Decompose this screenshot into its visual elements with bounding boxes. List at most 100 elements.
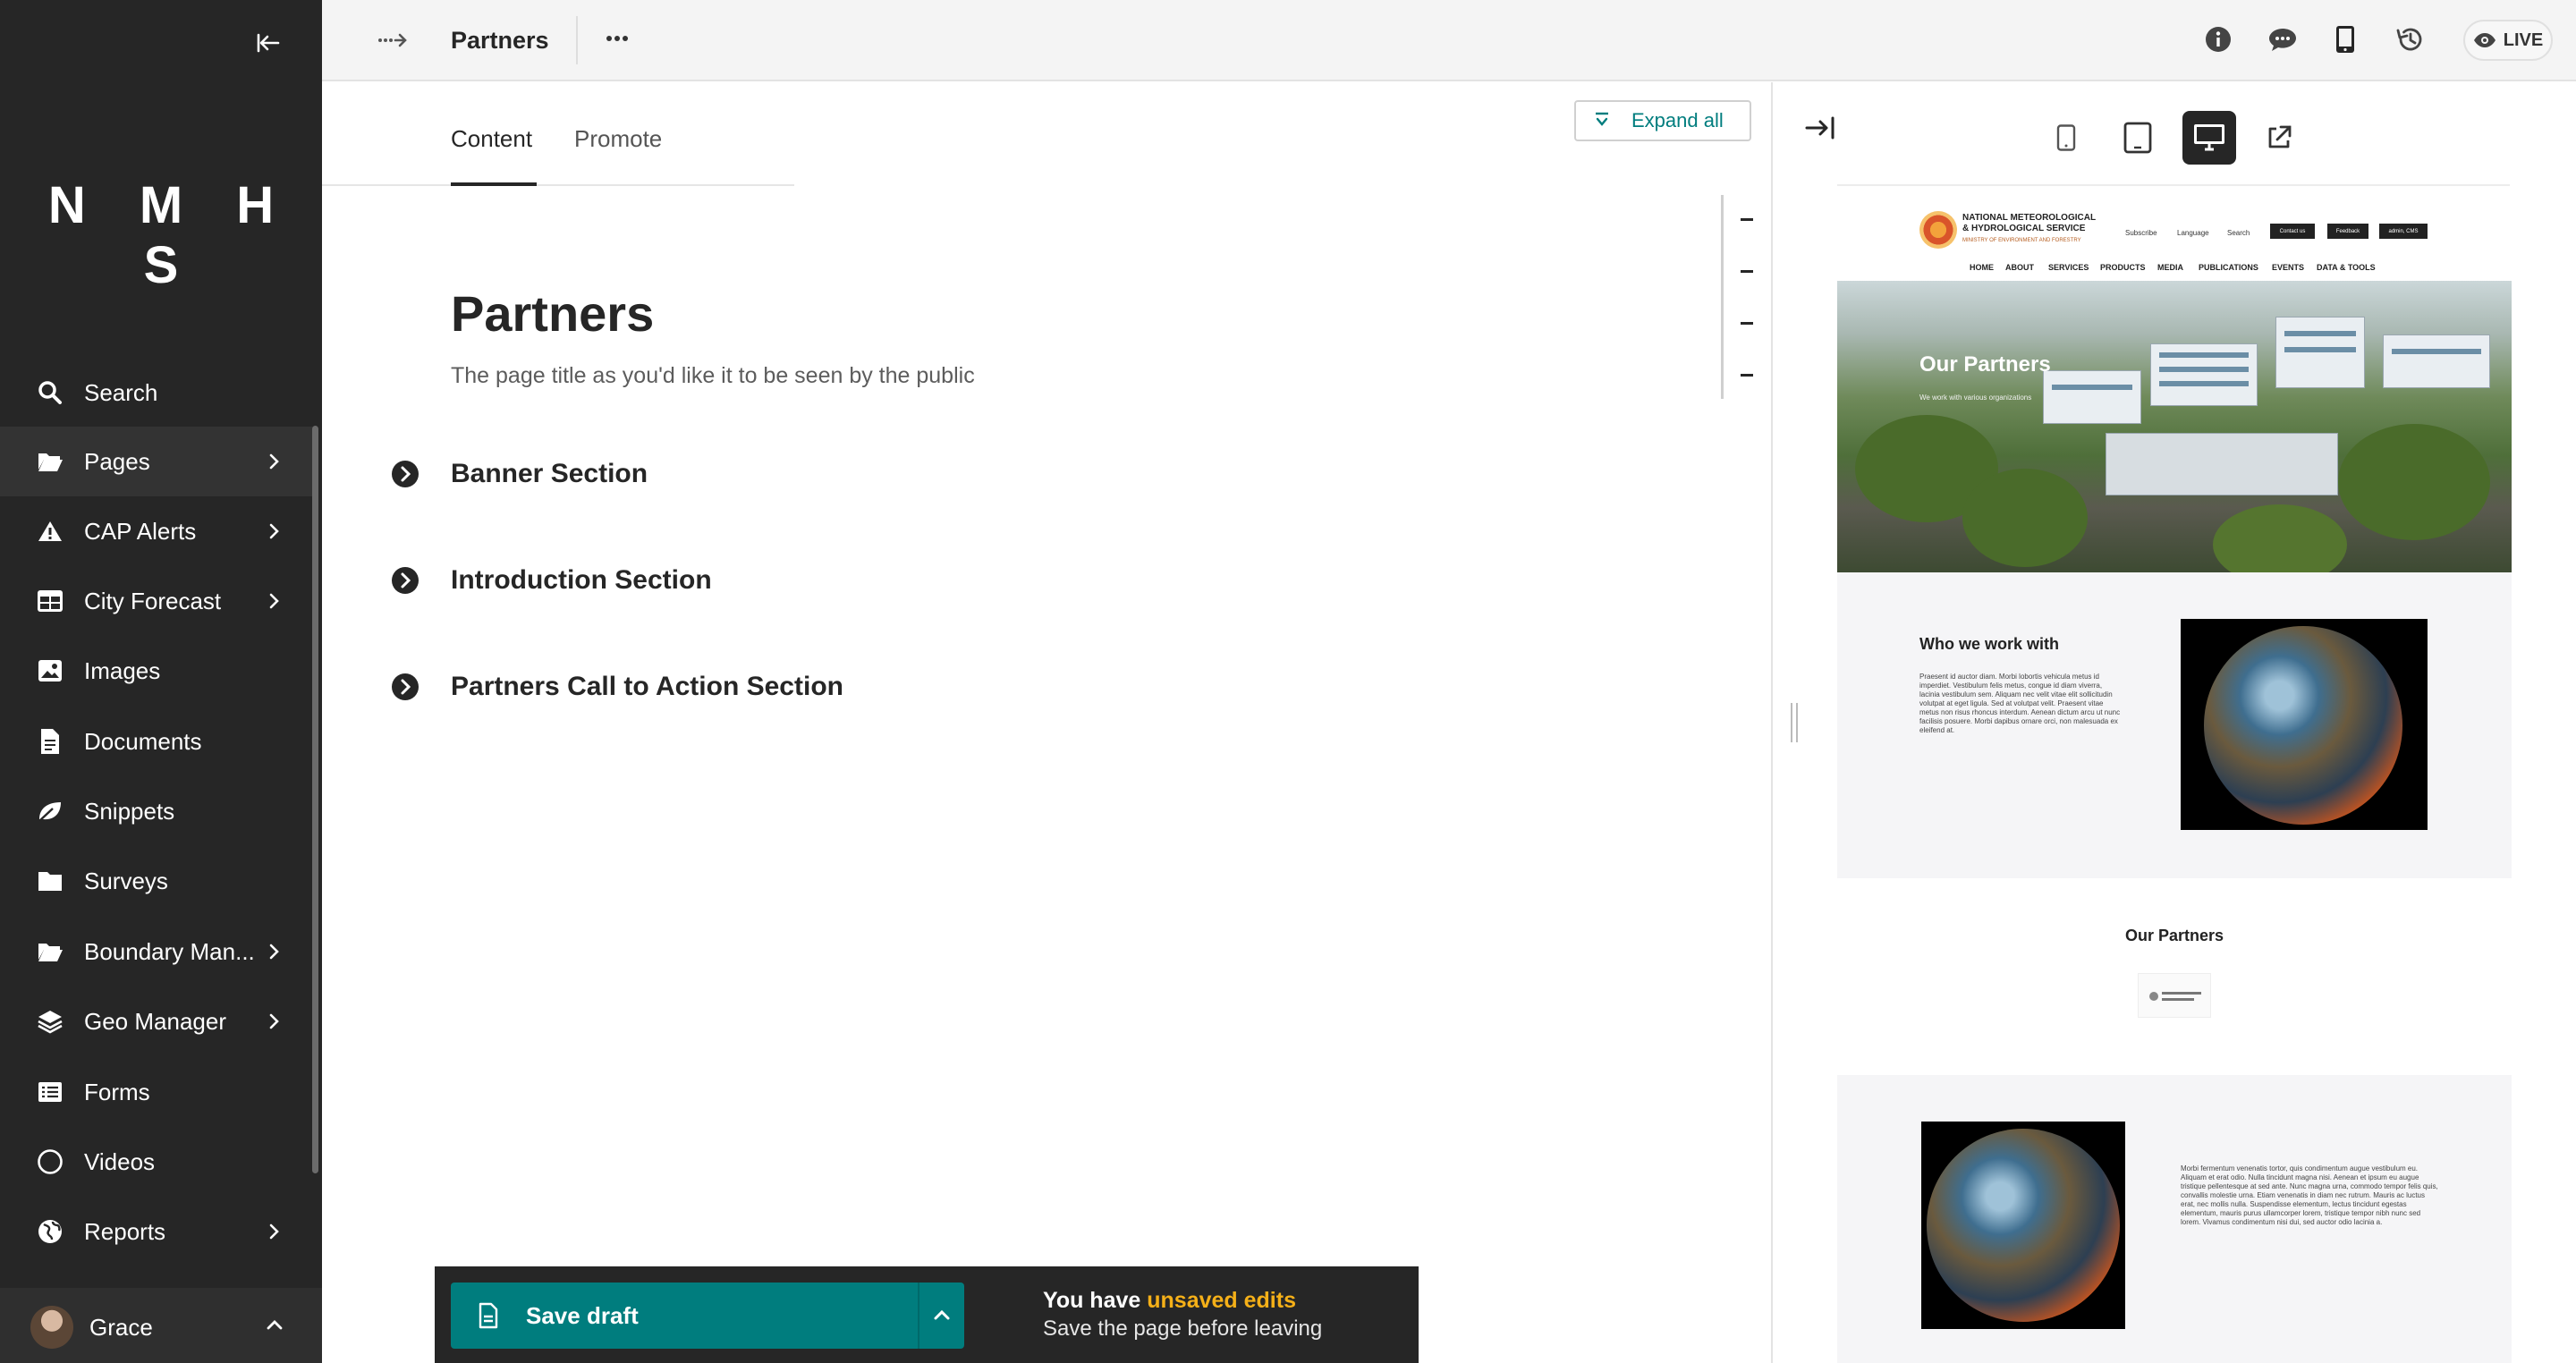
history-icon [2396,28,2422,51]
collapse-left-icon [257,33,280,53]
chevron-right-icon [269,593,279,609]
sidebar-item-reports[interactable]: Reports [0,1197,313,1266]
chevron-circle-right-icon [392,461,419,487]
more-save-options-button[interactable] [932,1306,952,1324]
site-nav-item: HOME [1970,263,1994,272]
sidebar-item-cap-alerts[interactable]: CAP Alerts [0,496,313,566]
chevron-circle-right-icon [392,567,419,594]
list-icon [34,1076,66,1108]
sidebar-item-geo-manager[interactable]: Geo Manager [0,986,313,1056]
preview-divider [1771,82,1773,1363]
expand-all-label: Expand all [1631,109,1724,131]
sidebar-scrollbar[interactable] [312,426,318,1173]
chevron-right-icon [269,523,279,539]
expand-icon [1596,112,1608,126]
section-partners-cta[interactable]: Partners Call to Action Section [390,667,843,707]
tab-promote[interactable]: Promote [574,125,662,153]
document-icon [34,725,66,758]
info-button[interactable] [2202,23,2234,55]
site-admin-button: admin, CMS [2379,224,2428,239]
sidebar-item-city-forecast[interactable]: City Forecast [0,566,313,636]
eye-icon [2473,33,2496,47]
preview-mobile-button[interactable] [2039,111,2093,165]
history-button[interactable] [2394,23,2426,55]
mobile-icon [2336,26,2354,53]
chevron-up-icon [934,1309,950,1320]
table-icon [34,585,66,617]
minimap-marker[interactable] [1741,374,1753,377]
site-language-link: Language [2177,229,2209,237]
site-org-name: NATIONAL METEOROLOGICAL & HYDROLOGICAL S… [1962,213,2096,233]
site-search-link: Search [2227,229,2250,237]
sidebar-item-videos[interactable]: Videos [0,1127,313,1197]
preview-tablet-button[interactable] [2111,111,2165,165]
layers-icon [34,1005,66,1037]
who-text: Praesent id auctor diam. Morbi lobortis … [1919,673,2121,734]
sidebar-item-label: Forms [84,1078,150,1105]
site-logo[interactable]: N M H S [0,175,322,295]
panel-resize-handle[interactable] [1791,703,1798,742]
site-feedback-button: Feedback [2327,224,2368,239]
live-label: LIVE [2503,30,2544,50]
unsaved-highlight: unsaved edits [1147,1288,1296,1313]
site-nav-item: PUBLICATIONS [2199,263,2258,272]
sidebar-item-pages[interactable]: Pages [0,427,313,496]
section-label: Partners Call to Action Section [451,672,843,701]
footer-action-bar: Save draft You have unsaved edits Save t… [435,1266,1419,1363]
tab-bar-line [322,184,794,186]
unsaved-prefix: You have [1043,1288,1148,1313]
preview-desktop-button[interactable] [2182,111,2236,165]
save-draft-button[interactable]: Save draft [451,1283,964,1349]
minimap-marker[interactable] [1741,322,1753,325]
section-banner[interactable]: Banner Section [390,454,648,494]
expand-all-button[interactable]: Expand all [1574,100,1751,141]
chevron-up-icon [267,1320,283,1330]
tab-content[interactable]: Content [451,125,532,153]
open-in-new-tab-button[interactable] [2252,111,2306,165]
section-introduction[interactable]: Introduction Section [390,561,712,600]
mobile-preview-button[interactable] [2329,23,2361,55]
partner-logo [2138,973,2211,1018]
page-title-breadcrumb[interactable]: Partners [451,27,549,55]
active-tab-indicator [451,182,537,186]
earth-image [1921,1122,2125,1329]
external-link-icon [2268,125,2292,148]
sidebar-item-boundary-manager[interactable]: Boundary Man... [0,917,313,986]
sidebar-item-surveys[interactable]: Surveys [0,846,313,916]
more-horizontal-icon [606,36,628,41]
sidebar: N M H S Search Pages CAP Alerts City For… [0,0,322,1363]
sidebar-item-images[interactable]: Images [0,636,313,706]
desktop-icon [2194,124,2224,151]
site-nav-item: DATA & TOOLS [2317,263,2376,272]
close-preview-button[interactable] [1805,116,1835,140]
minimap-marker[interactable] [1741,218,1753,221]
live-preview-frame[interactable]: NATIONAL METEOROLOGICAL & HYDROLOGICAL S… [1837,199,2512,1363]
collapse-sidebar-button[interactable] [250,25,286,61]
more-actions-button[interactable] [605,27,630,50]
sidebar-item-label: Images [84,656,161,684]
sidebar-item-snippets[interactable]: Snippets [0,776,313,846]
sidebar-item-label: Geo Manager [84,1007,226,1035]
site-org-sub: MINISTRY OF ENVIRONMENT AND FORESTRY [1962,238,2081,243]
sidebar-item-search[interactable]: Search [0,358,313,428]
site-nav-item: PRODUCTS [2100,263,2146,272]
sidebar-item-label: Reports [84,1217,166,1245]
minimap-marker[interactable] [1741,270,1753,273]
breadcrumb-toggle-button[interactable] [377,27,408,54]
live-status-button[interactable]: LIVE [2463,20,2553,61]
folder-open-icon [34,935,66,968]
comment-icon [2269,29,2296,51]
site-subscribe-link: Subscribe [2125,229,2157,237]
sidebar-item-documents[interactable]: Documents [0,707,313,776]
sidebar-item-label: Boundary Man... [84,937,255,965]
site-nav-item: MEDIA [2157,263,2183,272]
account-menu[interactable]: Grace [0,1288,322,1363]
document-save-icon [479,1302,498,1329]
comments-button[interactable] [2267,23,2299,55]
header-divider [576,16,578,64]
page-title-field[interactable]: Partners [451,284,654,343]
page-title-help: The page title as you'd like it to be se… [451,363,975,388]
sidebar-item-forms[interactable]: Forms [0,1057,313,1127]
sidebar-item-label: Snippets [84,797,175,825]
chevron-right-icon [269,1013,279,1029]
